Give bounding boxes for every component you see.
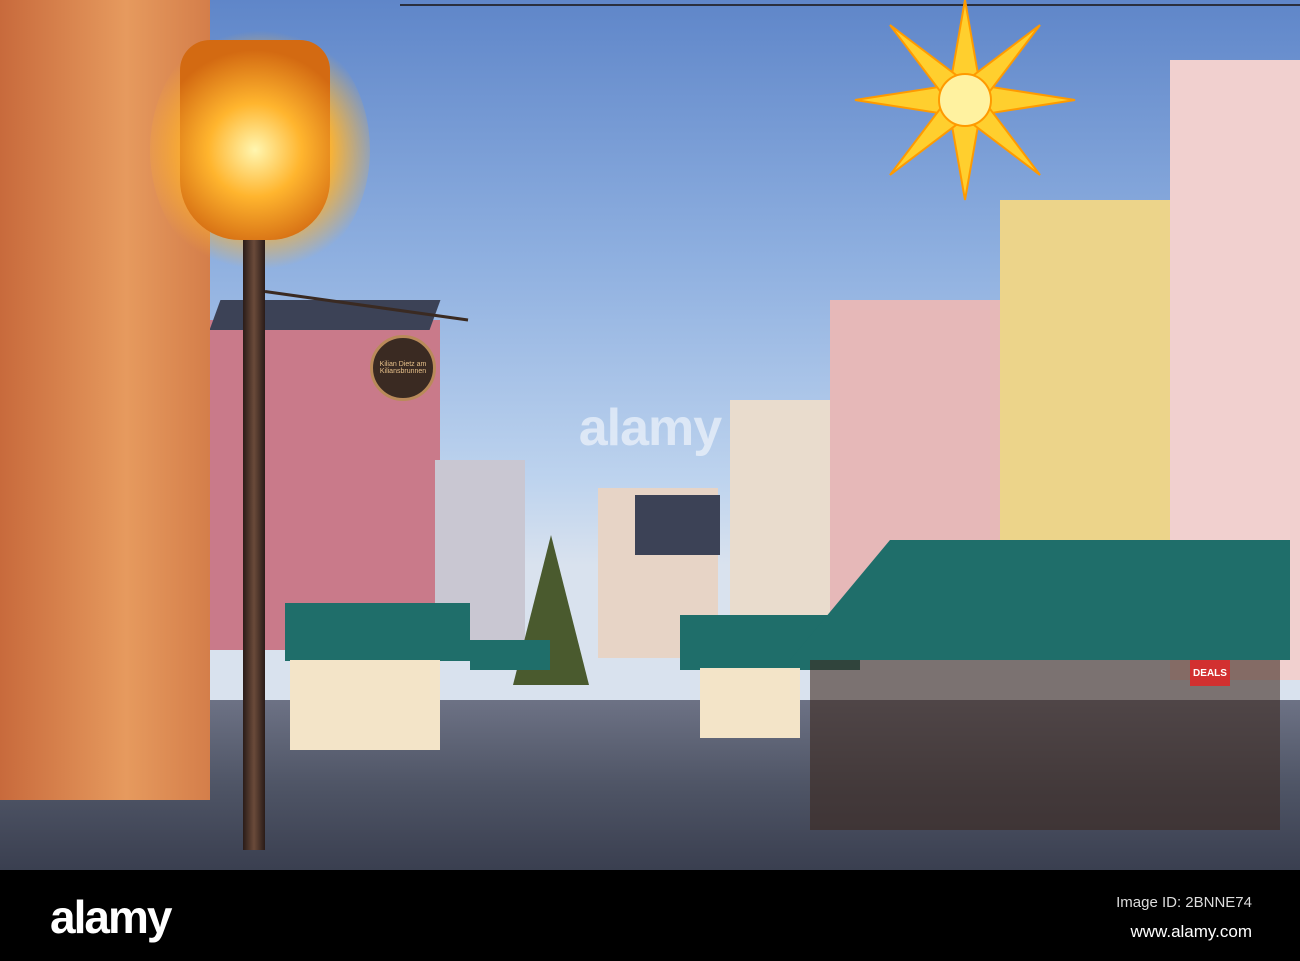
- market-stall: [290, 660, 440, 750]
- alamy-logo: alamy: [50, 891, 172, 943]
- image-id: Image ID: 2BNNE74: [1116, 894, 1252, 911]
- street-lamp-icon: [180, 40, 330, 240]
- christmas-market-photo: DEALS Kilian Dietz am Kiliansbrunnen ala…: [0, 0, 1300, 870]
- roof: [635, 495, 720, 555]
- building-yellow-right: [1000, 200, 1180, 560]
- market-stall: [700, 668, 800, 738]
- footer-bar: alamy Image ID: 2BNNE74 www.alamy.com: [0, 870, 1300, 961]
- market-stall-roof: [470, 640, 550, 670]
- shop-window-sign: DEALS: [1190, 660, 1230, 686]
- watermark: alamy: [578, 399, 722, 457]
- market-stall-roof: [285, 603, 470, 661]
- lamp-post: [243, 240, 265, 850]
- herrnhut-star-icon: [854, 0, 1076, 201]
- hanging-shop-sign: Kilian Dietz am Kiliansbrunnen: [370, 335, 436, 401]
- site-url: www.alamy.com: [1130, 922, 1252, 941]
